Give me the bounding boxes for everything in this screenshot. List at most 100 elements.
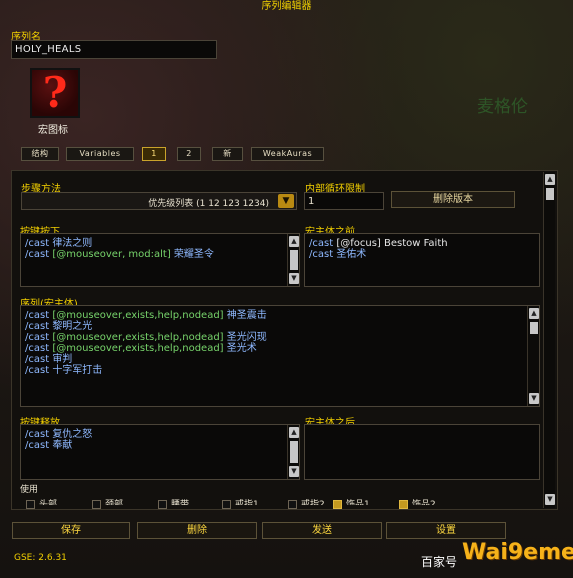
version-label: GSE: 2.6.31: [14, 553, 67, 563]
use-checkbox-label: 颈部: [105, 500, 124, 505]
code-token: 律法之则: [52, 238, 93, 249]
send-button[interactable]: 发送: [262, 522, 382, 539]
code-token: /cast: [25, 365, 53, 376]
code-token: /cast: [25, 310, 53, 321]
use-checkbox-label: 戒指1: [235, 500, 259, 505]
inner-loop-input[interactable]: 1: [304, 192, 384, 210]
code-line: /cast [@mouseover,exists,help,nodead] 圣光…: [25, 332, 267, 343]
code-line: /cast 奉献: [25, 440, 92, 451]
settings-button[interactable]: 设置: [386, 522, 506, 539]
scroll-down-icon[interactable]: ▼: [529, 393, 539, 404]
code-token: /cast: [25, 249, 53, 260]
code-token: 圣光闪现: [223, 332, 267, 343]
use-checkbox-label: 头部: [39, 500, 58, 505]
code-token: 黎明之光: [52, 321, 93, 332]
delete-version-button[interactable]: 删除版本: [391, 191, 515, 208]
question-mark-icon: ?: [42, 68, 68, 117]
use-checkbox[interactable]: [399, 500, 408, 509]
macro-icon-label: 宏图标: [38, 125, 68, 136]
post-macro-editor[interactable]: [304, 424, 540, 480]
chevron-down-icon[interactable]: ▼: [278, 194, 294, 208]
code-line: /cast [@focus] Bestow Faith: [309, 238, 448, 249]
use-checkbox[interactable]: [26, 500, 35, 509]
code-token: 荣耀圣令: [170, 249, 214, 260]
macro-icon-button[interactable]: ?: [30, 68, 80, 118]
scroll-up-icon[interactable]: ▲: [545, 174, 555, 185]
sequence-name-value: HOLY_HEALS: [15, 44, 82, 55]
pre-macro-editor[interactable]: /cast [@focus] Bestow Faith/cast 圣佑术: [304, 233, 540, 287]
keyrelease-scrollbar[interactable]: ▲ ▼: [287, 425, 299, 479]
scroll-thumb[interactable]: [530, 322, 538, 334]
code-line: /cast [@mouseover,exists,help,nodead] 神圣…: [25, 310, 267, 321]
code-token: /cast: [309, 238, 337, 249]
code-line: /cast 律法之则: [25, 238, 214, 249]
code-token: /cast: [25, 429, 53, 440]
code-token: /cast: [25, 238, 53, 249]
use-checkbox[interactable]: [92, 500, 101, 509]
code-line: /cast 十字军打击: [25, 365, 267, 376]
scroll-thumb[interactable]: [290, 441, 298, 463]
tab-version-2[interactable]: 2: [177, 147, 201, 161]
code-token: 神圣震击: [223, 310, 267, 321]
code-token: 十字军打击: [52, 365, 103, 376]
scroll-up-icon[interactable]: ▲: [529, 308, 539, 319]
scroll-down-icon[interactable]: ▼: [289, 273, 299, 284]
main-scrollbar[interactable]: ▲ ▼: [543, 172, 555, 508]
tab-version-1[interactable]: 1: [142, 147, 166, 161]
code-token: /cast: [25, 354, 53, 365]
code-token: 圣佑术: [336, 249, 367, 260]
scroll-down-icon[interactable]: ▼: [545, 494, 555, 505]
code-line: /cast 黎明之光: [25, 321, 267, 332]
step-method-dropdown[interactable]: 优先级列表 (1 12 123 1234) ▼: [21, 192, 297, 210]
code-line: /cast 圣佑术: [309, 249, 448, 260]
delete-button[interactable]: 删除: [137, 522, 257, 539]
background-player-name: 麦格伦: [477, 97, 528, 117]
use-checkbox-label: 饰品2: [412, 500, 436, 505]
sequence-editor[interactable]: /cast [@mouseover,exists,help,nodead] 神圣…: [20, 305, 540, 407]
use-checkbox[interactable]: [158, 500, 167, 509]
scroll-up-icon[interactable]: ▲: [289, 427, 299, 438]
sequence-name-input[interactable]: HOLY_HEALS: [11, 40, 217, 59]
keyrelease-editor[interactable]: /cast 复仇之怒/cast 奉献 ▲ ▼: [20, 424, 300, 480]
tab-new[interactable]: 新: [212, 147, 243, 161]
scroll-up-icon[interactable]: ▲: [289, 236, 299, 247]
code-line: /cast 审判: [25, 354, 267, 365]
code-line: /cast 复仇之怒: [25, 429, 92, 440]
code-token: 复仇之怒: [52, 429, 93, 440]
tab-weakauras[interactable]: WeakAuras: [251, 147, 324, 161]
code-token: [@focus] Bestow Faith: [336, 238, 448, 249]
step-method-value: 优先级列表 (1 12 123 1234): [148, 199, 269, 209]
code-token: [@mouseover,exists,help,nodead]: [52, 310, 224, 321]
use-checkbox[interactable]: [222, 500, 231, 509]
scroll-thumb[interactable]: [290, 250, 298, 270]
code-token: /cast: [25, 332, 53, 343]
scroll-thumb[interactable]: [546, 188, 554, 200]
save-button[interactable]: 保存: [12, 522, 130, 539]
watermark-text: 百家号: [421, 555, 458, 569]
use-checkbox-label: 饰品1: [346, 500, 370, 505]
code-token: /cast: [25, 343, 53, 354]
tab-structure[interactable]: 结构: [21, 147, 59, 161]
code-token: 圣光术: [223, 343, 257, 354]
tab-variables[interactable]: Variables: [66, 147, 134, 161]
site-logo: Wai9emer: [462, 540, 573, 565]
code-line: /cast [@mouseover,exists,help,nodead] 圣光…: [25, 343, 267, 354]
code-token: 审判: [52, 354, 73, 365]
sequence-scrollbar[interactable]: ▲ ▼: [527, 306, 539, 406]
scroll-down-icon[interactable]: ▼: [289, 466, 299, 477]
code-line: /cast [@mouseover, mod:alt] 荣耀圣令: [25, 249, 214, 260]
use-label: 使用: [20, 485, 39, 495]
use-checkbox[interactable]: [288, 500, 297, 509]
code-token: /cast: [25, 321, 53, 332]
use-checkbox[interactable]: [333, 500, 342, 509]
window-title: 序列编辑器: [261, 1, 312, 12]
code-token: /cast: [25, 440, 53, 451]
inner-loop-value: 1: [308, 196, 315, 207]
code-token: 奉献: [52, 440, 73, 451]
keypress-scrollbar[interactable]: ▲ ▼: [287, 234, 299, 286]
use-checkbox-label: 腰带: [171, 500, 190, 505]
use-checkbox-label: 戒指2: [301, 500, 325, 505]
keypress-editor[interactable]: /cast 律法之则/cast [@mouseover, mod:alt] 荣耀…: [20, 233, 300, 287]
code-token: /cast: [309, 249, 337, 260]
code-token: [@mouseover,exists,help,nodead]: [52, 332, 224, 343]
